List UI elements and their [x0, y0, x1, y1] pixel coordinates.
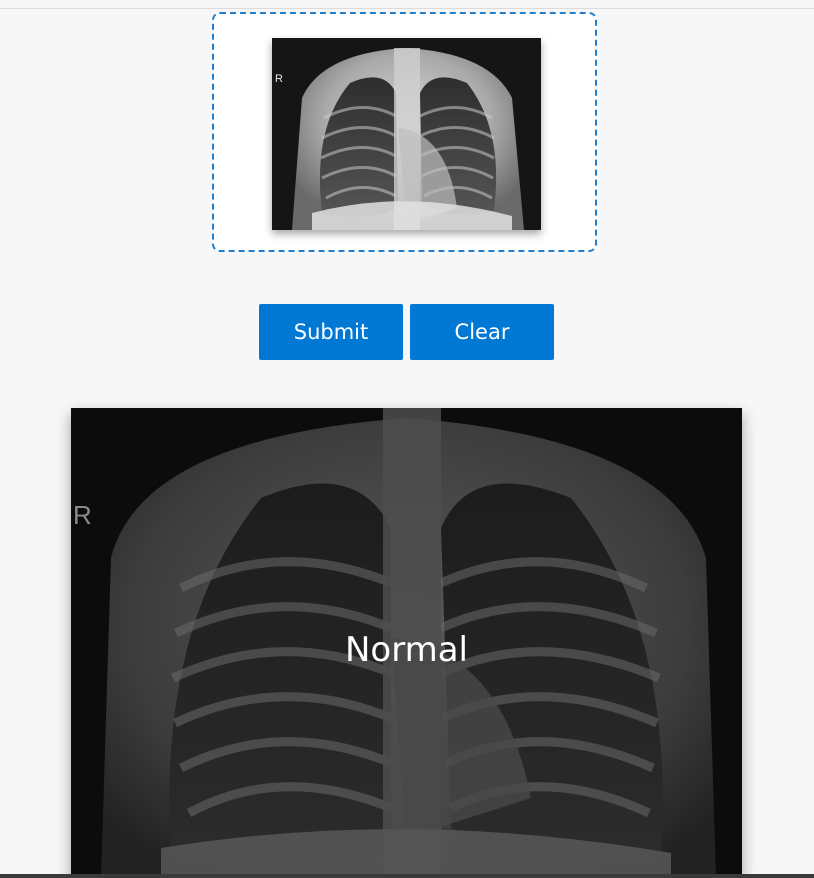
top-divider [0, 8, 814, 9]
image-upload-dropzone[interactable]: R [212, 12, 597, 252]
uploaded-xray-thumbnail: R [272, 38, 541, 230]
result-xray-image: R Normal [71, 408, 742, 878]
clear-button[interactable]: Clear [410, 304, 554, 360]
thumbnail-side-marker: R [275, 73, 283, 85]
submit-button[interactable]: Submit [259, 304, 403, 360]
bottom-edge-bar [0, 874, 814, 878]
result-side-marker: R [73, 500, 92, 530]
prediction-label: Normal [344, 630, 469, 670]
